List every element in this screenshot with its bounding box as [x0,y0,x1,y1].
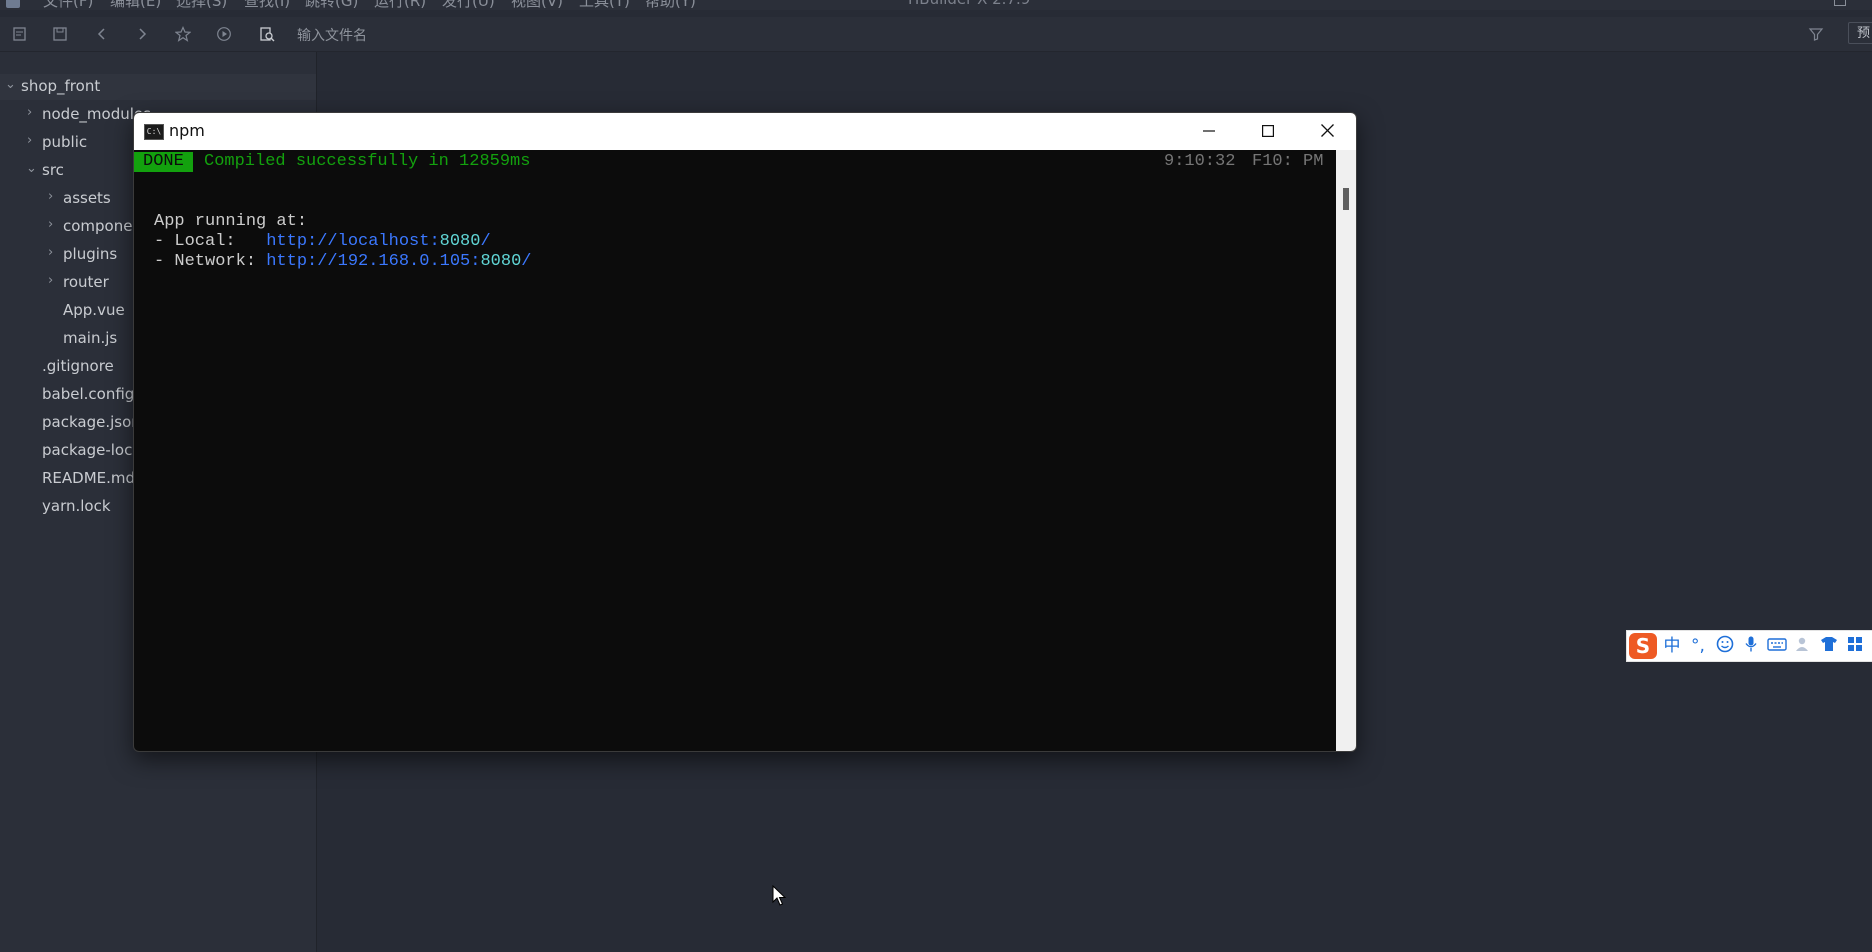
minimize-button[interactable] [1180,113,1238,150]
local-url[interactable]: http://localhost: [266,232,439,251]
toolbox-grid-icon[interactable] [1844,635,1866,657]
npm-console-window: C:\ npm DONE Compiled successfully in 12… [133,112,1357,752]
run-icon[interactable] [216,26,232,42]
chevron-right-icon[interactable]: › [27,133,37,148]
punctuation-toggle[interactable]: °, [1687,635,1709,657]
microphone-icon[interactable] [1740,635,1762,657]
close-button[interactable] [1298,113,1356,150]
local-slash[interactable]: / [480,232,490,251]
menu-find[interactable]: 查找(I) [244,0,290,11]
console-output[interactable]: DONE Compiled successfully in 12859ms 9:… [134,150,1334,751]
chevron-right-icon[interactable]: › [48,217,58,232]
file-search-input[interactable]: 输入文件名 [297,25,367,45]
console-titlebar[interactable]: C:\ npm [134,113,1356,150]
app-logo-icon [6,0,20,8]
tree-item-label: yarn.lock [42,497,111,515]
menu-bar: 文件(F) 编辑(E) 选择(S) 查找(I) 跳转(G) 运行(R) 发行(U… [0,0,1872,10]
maximize-button[interactable] [1239,113,1297,150]
f10-status: F10: PM [1252,152,1324,171]
back-icon[interactable] [94,26,110,42]
menu-goto[interactable]: 跳转(G) [305,0,358,11]
sogou-logo-icon[interactable]: S [1629,633,1657,659]
filter-icon[interactable] [1808,26,1824,42]
skin-shirt-icon[interactable] [1818,635,1840,657]
mouse-cursor-icon [772,884,788,907]
emoji-icon[interactable] [1714,635,1736,657]
tree-root-label: shop_front [21,77,101,95]
ime-mode-toggle[interactable]: 中 [1661,635,1683,657]
tree-item-label: src [42,161,64,179]
compile-time: 9:10:32 [1164,152,1236,171]
tree-item-label: assets [63,189,111,207]
tree-item-label: App.vue [63,301,125,319]
keyboard-icon[interactable] [1766,635,1788,657]
chevron-right-icon[interactable]: › [48,245,58,260]
done-badge: DONE [134,152,193,172]
user-icon[interactable] [1792,635,1814,657]
menu-run[interactable]: 运行(R) [374,0,426,11]
menu-edit[interactable]: 编辑(E) [110,0,161,11]
restore-window-icon[interactable] [1834,0,1846,6]
cmd-icon: C:\ [144,124,164,140]
local-prefix: - Local: [154,232,267,251]
menu-file[interactable]: 文件(F) [43,0,93,11]
tree-item-label: package.json [42,413,141,431]
file-search-icon[interactable] [259,26,275,42]
menu-view[interactable]: 视图(V) [511,0,563,11]
tree-item-label: README.md [42,469,136,487]
network-url-line: - Network: http://192.168.0.105:8080/ [154,252,531,272]
forward-icon[interactable] [134,26,150,42]
chevron-right-icon[interactable]: › [48,273,58,288]
menu-publish[interactable]: 发行(U) [442,0,495,11]
menu-tools[interactable]: 工具(T) [579,0,630,11]
console-title: npm [169,121,205,140]
tree-item-label: public [42,133,88,151]
toolbar: 输入文件名 预 [0,17,1872,52]
network-prefix: - Network: [154,252,267,271]
menu-help[interactable]: 帮助(Y) [645,0,696,11]
scrollbar-thumb[interactable] [1343,188,1349,210]
chevron-right-icon[interactable]: › [48,189,58,204]
app-running-label: App running at: [154,212,308,231]
tree-item-label: plugins [63,245,118,263]
tree-root[interactable]: ⌄ shop_front [0,74,316,100]
menu-select[interactable]: 选择(S) [176,0,227,11]
network-port[interactable]: 8080 [480,252,521,271]
tree-item-label: router [63,273,109,291]
network-url[interactable]: http://192.168.0.105: [266,252,480,271]
chevron-down-icon[interactable]: ⌄ [5,77,16,92]
ime-toolbar: S 中 °, [1626,630,1872,662]
local-port[interactable]: 8080 [440,232,481,251]
new-file-icon[interactable] [12,26,28,42]
hbuilder-window: 文件(F) 编辑(E) 选择(S) 查找(I) 跳转(G) 运行(R) 发行(U… [0,0,1872,952]
chevron-down-icon[interactable]: ⌄ [26,161,37,176]
chevron-right-icon[interactable]: › [27,105,37,120]
preview-button[interactable]: 预 [1848,22,1872,44]
network-slash[interactable]: / [521,252,531,271]
window-title: HBuilder X 2.7.9 [908,0,1030,8]
local-url-line: - Local: http://localhost:8080/ [154,232,491,252]
compiled-message: Compiled successfully in 12859ms [204,152,531,171]
tree-item-label: main.js [63,329,118,347]
console-scrollbar[interactable] [1336,150,1356,751]
tree-item-label: .gitignore [42,357,114,375]
save-icon[interactable] [52,26,68,42]
star-icon[interactable] [174,26,192,42]
